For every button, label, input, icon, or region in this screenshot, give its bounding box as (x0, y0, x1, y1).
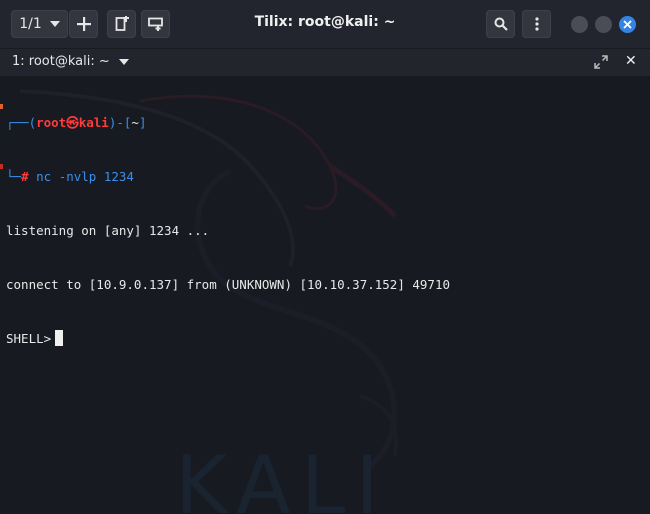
find-button[interactable] (486, 10, 515, 38)
window-title: Tilix: root@kali: ~ (254, 14, 396, 30)
caret-down-icon (118, 58, 129, 65)
kali-watermark: KALI (175, 439, 389, 514)
terminal-title: 1: root@kali: ~ (12, 54, 110, 69)
shell-prompt-line: SHELL> (6, 330, 450, 348)
add-session-button[interactable] (69, 10, 98, 38)
search-icon (494, 17, 508, 31)
maximize-terminal-button[interactable] (594, 54, 608, 73)
close-terminal-button[interactable]: ✕ (625, 53, 637, 69)
output-line: connect to [10.9.0.137] from (UNKNOWN) [… (6, 277, 451, 292)
menu-button[interactable] (522, 10, 551, 38)
kebab-menu-icon (534, 17, 539, 31)
add-right-icon (115, 16, 129, 31)
add-down-icon (147, 17, 163, 31)
add-terminal-down-button[interactable] (141, 10, 170, 38)
plus-icon (76, 17, 91, 31)
window-close-button[interactable] (619, 16, 636, 33)
terminal-area[interactable]: KALI ┌──(root㉿kali)-[~] └─# nc -nvlp 123… (0, 76, 650, 514)
add-terminal-right-button[interactable] (107, 10, 136, 38)
prompt-line-1: ┌──(root㉿kali)-[~] (6, 115, 147, 130)
session-counter: 1/1 (19, 16, 42, 32)
edge-marker (0, 164, 3, 169)
terminal-tab-bar: 1: root@kali: ~ ✕ (0, 48, 650, 76)
text-cursor (55, 330, 64, 346)
terminal-output: ┌──(root㉿kali)-[~] └─# nc -nvlp 1234 lis… (6, 78, 450, 384)
edge-marker (0, 104, 3, 109)
close-icon (623, 20, 632, 29)
maximize-icon (594, 55, 608, 69)
maximize-button[interactable] (595, 16, 612, 33)
title-bar: 1/1 Tilix: root@kali: ~ (0, 0, 650, 48)
output-line: listening on [any] 1234 ... (6, 223, 210, 238)
caret-down-icon (49, 21, 60, 27)
terminal-title-button[interactable]: 1: root@kali: ~ (12, 54, 129, 69)
minimize-button[interactable] (571, 16, 588, 33)
prompt-line-2: └─# nc -nvlp 1234 (6, 169, 134, 184)
session-switcher-button[interactable]: 1/1 (11, 10, 68, 38)
